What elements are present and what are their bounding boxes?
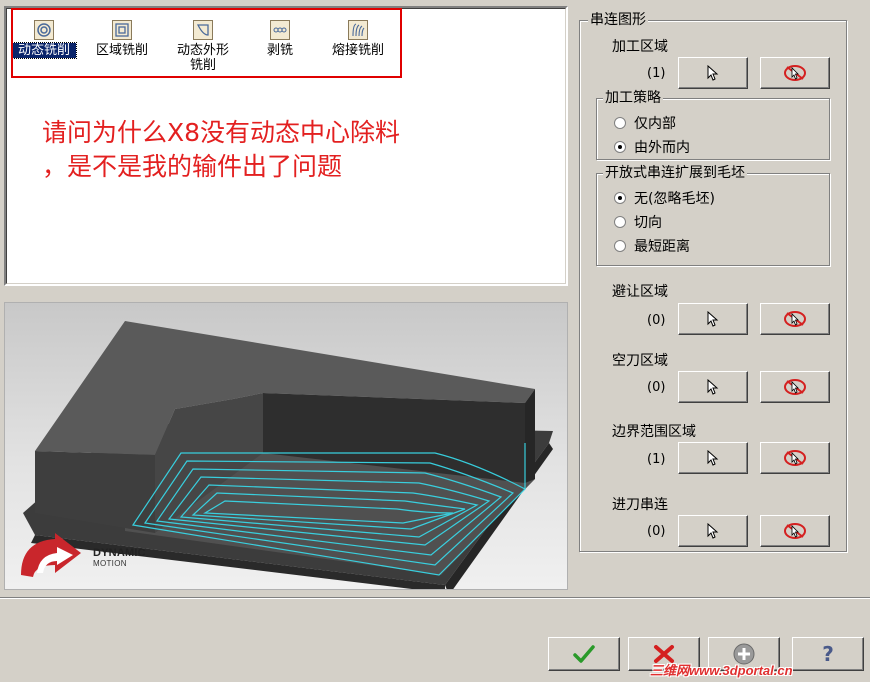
radio-button[interactable]	[614, 117, 626, 129]
entry-chain-label: 进刀串连	[612, 497, 668, 513]
radio-label: 仅内部	[634, 116, 676, 132]
ok-button[interactable]	[548, 637, 620, 671]
containment-region-label: 边界范围区域	[612, 424, 696, 440]
entry-chain-select-button[interactable]	[678, 515, 748, 547]
air-region-label: 空刀区域	[612, 353, 668, 369]
avoid-region-label: 避让区域	[612, 284, 668, 300]
radio-label: 无(忽略毛坯)	[634, 191, 715, 207]
radio-label: 最短距离	[634, 239, 690, 255]
help-button[interactable]: ?	[792, 637, 864, 671]
open-chain-extend-title: 开放式串连扩展到毛坯	[603, 165, 747, 181]
question-line-1: 请问为什么X8没有动态中心除料	[42, 118, 401, 147]
cursor-clear-icon	[784, 65, 806, 81]
machining-region-count: (1)	[647, 66, 666, 81]
avoid-region-clear-button[interactable]	[760, 303, 830, 335]
svg-text:?: ?	[822, 642, 834, 666]
cursor-arrow-icon	[707, 379, 719, 395]
site-watermark: 三维网www.3dportal.cn	[650, 663, 793, 678]
avoid-region-count: (0)	[647, 313, 666, 328]
cursor-clear-icon	[784, 379, 806, 395]
machining-region-label: 加工区域	[612, 39, 668, 55]
air-region-select-button[interactable]	[678, 371, 748, 403]
entry-chain-clear-button[interactable]	[760, 515, 830, 547]
containment-region-select-button[interactable]	[678, 442, 748, 474]
brand-line-1: DYNAMIC	[93, 547, 146, 559]
radio-label: 由外而内	[634, 140, 690, 156]
dynamic-motion-wordmark: DYNAMIC MOTION	[93, 547, 146, 568]
strategy-inside-only-radio[interactable]: 仅内部	[614, 113, 676, 133]
radio-button[interactable]	[614, 216, 626, 228]
question-line-2: ，是不是我的输件出了问题	[42, 152, 343, 181]
cursor-arrow-icon	[707, 523, 719, 539]
avoid-region-select-button[interactable]	[678, 303, 748, 335]
strategy-outside-in-radio[interactable]: 由外而内	[614, 137, 690, 157]
dynamic-motion-logo-icon	[21, 533, 81, 577]
cursor-clear-icon	[784, 450, 806, 466]
checkmark-icon	[573, 645, 595, 663]
machining-region-select-button[interactable]	[678, 57, 748, 89]
open-chain-tangent-radio[interactable]: 切向	[614, 212, 662, 232]
radio-button[interactable]	[614, 240, 626, 252]
radio-button[interactable]	[614, 192, 626, 204]
dynamic-motion-preview-illustration	[23, 321, 553, 589]
brand-line-2: MOTION	[93, 559, 127, 568]
open-chain-shortest-radio[interactable]: 最短距离	[614, 236, 690, 256]
radio-button[interactable]	[614, 141, 626, 153]
help-question-icon: ?	[822, 642, 834, 666]
radio-label: 切向	[634, 215, 662, 231]
cursor-clear-icon	[784, 523, 806, 539]
bottom-separator	[0, 597, 870, 599]
containment-region-clear-button[interactable]	[760, 442, 830, 474]
cursor-clear-icon	[784, 311, 806, 327]
machining-region-clear-button[interactable]	[760, 57, 830, 89]
annotation-highlight-box	[11, 8, 402, 78]
cursor-arrow-icon	[707, 450, 719, 466]
cursor-arrow-icon	[707, 311, 719, 327]
air-region-clear-button[interactable]	[760, 371, 830, 403]
chain-geometry-title: 串连图形	[588, 12, 648, 28]
machining-strategy-title: 加工策略	[603, 90, 663, 106]
entry-chain-count: (0)	[647, 524, 666, 539]
question-annotation: 请问为什么X8没有动态中心除料 ，是不是我的输件出了问题	[42, 116, 552, 184]
open-chain-none-radio[interactable]: 无(忽略毛坯)	[614, 188, 715, 208]
cursor-arrow-icon	[707, 65, 719, 81]
toolpath-preview-image: DYNAMIC MOTION	[4, 302, 568, 590]
containment-region-count: (1)	[647, 452, 666, 467]
air-region-count: (0)	[647, 380, 666, 395]
